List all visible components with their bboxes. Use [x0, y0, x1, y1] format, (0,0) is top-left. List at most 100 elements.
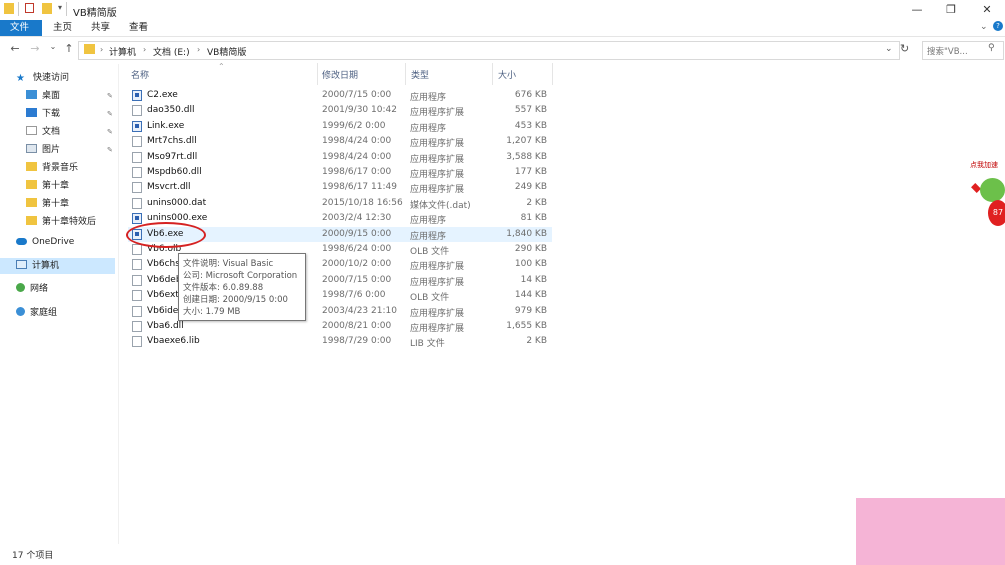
dll-file-icon — [132, 136, 142, 148]
desktop-icon — [26, 90, 37, 99]
file-size: 14 KB — [520, 274, 547, 285]
minimize-icon[interactable]: — — [900, 0, 934, 20]
file-size: 1,655 KB — [506, 321, 547, 331]
sidebar-item[interactable]: 第十章 — [26, 196, 69, 212]
sidebar-item-homegroup[interactable]: 家庭组 — [16, 305, 57, 321]
new-folder-icon[interactable] — [42, 3, 52, 14]
file-file-icon — [132, 244, 142, 255]
dll-file-icon — [132, 305, 142, 317]
file-size: 676 KB — [514, 90, 547, 100]
file-row[interactable]: C2.exe 2000/7/15 0:00 应用程序 676 KB — [130, 89, 550, 104]
sidebar-item[interactable]: 文档 — [26, 124, 60, 140]
breadcrumb-folder[interactable]: VB精简版 — [207, 45, 246, 58]
column-divider[interactable] — [552, 63, 553, 85]
file-type: OLB 文件 — [410, 293, 450, 304]
sidebar-item[interactable]: 背景音乐 — [26, 160, 78, 176]
folder-icon — [84, 44, 95, 54]
search-icon[interactable]: ⚲ — [988, 43, 995, 53]
breadcrumb-drive[interactable]: 文档 (E:) — [153, 45, 190, 58]
column-divider[interactable] — [317, 63, 318, 85]
speedup-widget-label[interactable]: 点我加速 — [970, 160, 998, 170]
sidebar-item-computer[interactable]: 计算机 — [16, 258, 59, 274]
back-arrow-icon[interactable]: ← — [8, 42, 22, 55]
column-header-name[interactable]: 名称 — [131, 68, 149, 81]
file-row[interactable]: Vba6.dll 2000/8/21 0:00 应用程序扩展 1,655 KB — [130, 320, 550, 335]
tab-view[interactable]: 查看 — [119, 20, 158, 36]
file-date: 2000/7/15 0:00 — [322, 90, 392, 100]
file-name: Vba6.dll — [147, 321, 184, 331]
file-row[interactable]: Mrt7chs.dll 1998/4/24 0:00 应用程序扩展 1,207 KB — [130, 135, 550, 150]
column-divider[interactable] — [492, 63, 493, 85]
search-placeholder: 搜索"VB... — [927, 47, 968, 57]
divider — [66, 2, 67, 16]
file-name: Vbaexe6.lib — [147, 336, 200, 347]
chevron-right-icon[interactable]: › — [197, 45, 200, 54]
divider — [18, 2, 19, 16]
homegroup-icon — [16, 307, 25, 316]
column-header-date[interactable]: 修改日期 — [322, 68, 358, 81]
sidebar-item-label: OneDrive — [32, 237, 75, 247]
refresh-icon[interactable]: ↻ — [900, 42, 909, 55]
pin-icon[interactable]: ✎ — [107, 110, 113, 118]
chevron-right-icon[interactable]: › — [143, 45, 146, 54]
file-size: 1,840 KB — [506, 228, 547, 239]
column-divider[interactable] — [405, 63, 406, 85]
help-icon[interactable]: ? — [993, 21, 1003, 31]
sidebar-item[interactable]: 下载 — [26, 106, 60, 122]
maximize-icon[interactable]: ❐ — [934, 0, 968, 20]
sidebar-item-network[interactable]: 网络 — [16, 281, 48, 297]
file-row[interactable]: Mspdb60.dll 1998/6/17 0:00 应用程序扩展 177 KB — [130, 166, 550, 181]
file-row[interactable]: Link.exe 1999/6/2 0:00 应用程序 453 KB — [130, 120, 550, 135]
column-header-type[interactable]: 类型 — [411, 68, 429, 81]
column-header-size[interactable]: 大小 — [498, 68, 516, 81]
file-size: 177 KB — [514, 167, 547, 177]
close-icon[interactable]: ✕ — [970, 0, 1004, 20]
recent-dropdown-icon[interactable]: ⌄ — [46, 42, 60, 51]
file-file-icon — [132, 336, 142, 348]
pin-icon[interactable]: ✎ — [107, 146, 113, 154]
address-bar[interactable] — [78, 41, 900, 60]
speedup-badge[interactable]: 87 — [988, 200, 1005, 226]
file-name: Mso97rt.dll — [147, 151, 198, 162]
properties-icon[interactable] — [25, 3, 34, 13]
file-date: 2000/8/21 0:00 — [322, 321, 392, 331]
file-date: 2003/2/4 12:30 — [322, 213, 392, 224]
file-type: 应用程序扩展 — [410, 185, 465, 196]
sidebar-item-label: 计算机 — [32, 261, 60, 271]
exe-file-icon — [132, 213, 142, 225]
tab-file[interactable]: 文件 — [0, 20, 42, 36]
pane-divider[interactable] — [118, 64, 119, 544]
sidebar-item[interactable]: 图片 — [26, 142, 60, 158]
expand-ribbon-icon[interactable]: ⌄ — [980, 22, 988, 32]
file-type: 媒体文件(.dat) — [410, 200, 471, 211]
sidebar-item[interactable]: 第十章 — [26, 178, 69, 194]
sidebar-item-quick-access[interactable]: ★ 快速访问 — [16, 70, 69, 86]
tooltip-created: 创建日期: 2000/9/15 0:00 — [183, 295, 288, 305]
pin-icon[interactable]: ✎ — [107, 92, 113, 100]
sidebar-item[interactable]: 第十章特效后 — [26, 214, 96, 230]
customize-toolbar-icon[interactable]: ▾ — [58, 3, 62, 12]
breadcrumb-computer[interactable]: 计算机 — [109, 45, 136, 58]
dll-file-icon — [132, 167, 142, 178]
file-type: 应用程序扩展 — [410, 139, 465, 150]
address-dropdown-icon[interactable]: ⌄ — [885, 44, 893, 54]
tab-home[interactable]: 主页 — [43, 20, 82, 36]
sidebar-item-onedrive[interactable]: OneDrive — [16, 234, 74, 250]
file-row[interactable]: dao350.dll 2001/9/30 10:42 应用程序扩展 557 KB — [130, 104, 550, 119]
tab-share[interactable]: 共享 — [81, 20, 120, 36]
file-date: 1998/6/17 11:49 — [322, 182, 397, 193]
file-size: 557 KB — [514, 105, 547, 116]
speedup-ball-icon[interactable] — [980, 178, 1005, 202]
file-type: 应用程序扩展 — [410, 108, 465, 119]
up-arrow-icon[interactable]: ↑ — [62, 42, 76, 55]
pin-icon[interactable]: ✎ — [107, 128, 113, 136]
forward-arrow-icon[interactable]: → — [28, 42, 42, 55]
chevron-right-icon[interactable]: › — [100, 45, 103, 54]
sidebar-item-label: 第十章 — [42, 181, 70, 191]
file-row[interactable]: Msvcrt.dll 1998/6/17 11:49 应用程序扩展 249 KB — [130, 181, 550, 196]
sidebar-item-label: 家庭组 — [30, 308, 58, 318]
file-row[interactable]: Vbaexe6.lib 1998/7/29 0:00 LIB 文件 2 KB — [130, 335, 550, 350]
file-row[interactable]: unins000.dat 2015/10/18 16:56 媒体文件(.dat) 2 … — [130, 197, 550, 212]
sidebar-item[interactable]: 桌面 — [26, 88, 60, 104]
file-row[interactable]: Mso97rt.dll 1998/4/24 0:00 应用程序扩展 3,588 KB — [130, 151, 550, 166]
